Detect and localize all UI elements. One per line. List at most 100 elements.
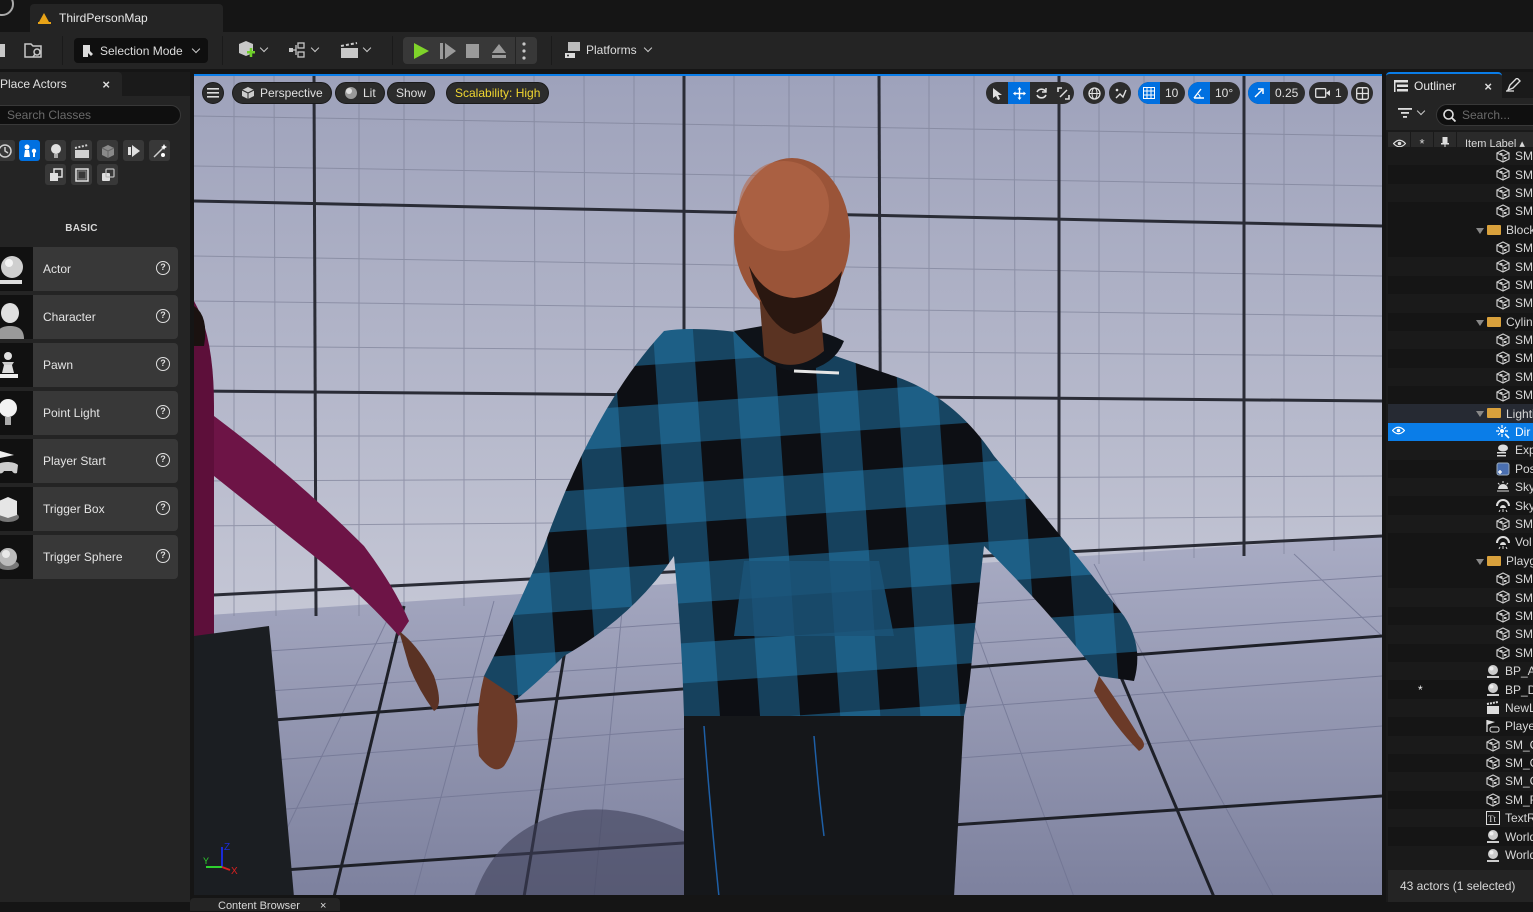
blueprint-button[interactable] xyxy=(288,40,320,60)
outliner-row[interactable]: SM xyxy=(1388,625,1533,644)
help-icon[interactable]: ? xyxy=(156,309,170,323)
character-item[interactable]: Character? xyxy=(0,295,178,339)
outliner-row[interactable]: Playe xyxy=(1388,717,1533,735)
misc-icon[interactable] xyxy=(97,164,118,185)
search-classes-input[interactable]: Search Classes xyxy=(0,105,181,125)
expand-triangle-icon[interactable] xyxy=(1476,227,1484,234)
play-icon[interactable] xyxy=(413,43,429,59)
expand-triangle-icon[interactable] xyxy=(1476,411,1484,418)
filter-button[interactable] xyxy=(1398,106,1426,119)
outliner-row[interactable]: SM_C xyxy=(1388,735,1533,754)
scale-tool-icon[interactable] xyxy=(1052,82,1074,104)
viewport-layout-button[interactable] xyxy=(1351,82,1373,104)
outliner-row[interactable]: SM xyxy=(1388,257,1533,276)
rotation-snap-value[interactable]: 10° xyxy=(1210,82,1240,104)
outliner-row[interactable]: Sky xyxy=(1388,496,1533,514)
outliner-row[interactable]: Exp xyxy=(1388,441,1533,460)
favorite-star-icon[interactable]: * xyxy=(1418,683,1423,697)
outliner-row[interactable]: Dir xyxy=(1388,422,1533,442)
selection-mode-dropdown[interactable]: Selection Mode xyxy=(74,38,208,63)
outliner-folder-row[interactable]: Cylinder xyxy=(1388,312,1533,331)
player-start-item[interactable]: Player Start? xyxy=(0,439,178,483)
show-button[interactable]: Show xyxy=(387,82,436,104)
outliner-row[interactable]: SM xyxy=(1388,386,1533,404)
place-actors-tab[interactable]: Place Actors × xyxy=(0,72,122,96)
rotation-snap-icon[interactable] xyxy=(1188,82,1210,104)
outliner-row[interactable]: World xyxy=(1388,845,1533,863)
outliner-row[interactable]: SM xyxy=(1388,607,1533,625)
content-browser-tab[interactable]: Content Browser xyxy=(190,898,340,911)
outliner-row[interactable]: SM xyxy=(1388,349,1533,367)
outliner-folder-row[interactable]: Playground xyxy=(1388,551,1533,570)
stop-icon[interactable] xyxy=(466,43,480,59)
point-light-item[interactable]: Point Light? xyxy=(0,391,178,435)
outliner-row[interactable]: World xyxy=(1388,827,1533,845)
eject-icon[interactable] xyxy=(491,43,507,59)
select-tool-icon[interactable] xyxy=(986,82,1008,104)
camera-speed-button[interactable]: 1 xyxy=(1309,82,1348,104)
help-icon[interactable]: ? xyxy=(156,261,170,275)
advance-frame-icon[interactable] xyxy=(440,43,456,59)
help-icon[interactable]: ? xyxy=(156,357,170,371)
outliner-tab[interactable]: Outliner × xyxy=(1386,72,1502,98)
save-icon[interactable] xyxy=(0,40,6,60)
perspective-button[interactable]: Perspective xyxy=(232,82,332,104)
close-icon[interactable]: × xyxy=(102,77,110,92)
outliner-row[interactable]: SM xyxy=(1388,276,1533,294)
close-icon[interactable]: × xyxy=(320,900,326,912)
outliner-row[interactable]: SM xyxy=(1388,147,1533,166)
outliner-row[interactable]: SM_C xyxy=(1388,772,1533,791)
cinematic-icon[interactable] xyxy=(71,140,92,161)
grid-snap-icon[interactable] xyxy=(1138,82,1160,104)
outliner-folder-row[interactable]: Lighting xyxy=(1388,404,1533,423)
lit-button[interactable]: Lit xyxy=(335,82,385,104)
volumes-icon[interactable] xyxy=(123,140,144,161)
outliner-row[interactable]: SM xyxy=(1388,202,1533,220)
scale-snap-value[interactable]: 0.25 xyxy=(1270,82,1305,104)
outliner-row[interactable]: SM xyxy=(1388,165,1533,183)
help-icon[interactable]: ? xyxy=(156,549,170,563)
recent-icon[interactable] xyxy=(0,140,15,161)
outliner-row[interactable]: Sky xyxy=(1388,478,1533,497)
outliner-row[interactable]: SM_C xyxy=(1388,754,1533,772)
add-actor-button[interactable] xyxy=(237,40,269,60)
visual-effects-icon[interactable] xyxy=(97,140,118,161)
outliner-row[interactable]: SM xyxy=(1388,239,1533,257)
outliner-search-input[interactable]: Search... xyxy=(1436,104,1533,126)
basic-icon[interactable] xyxy=(19,140,40,161)
lights-icon[interactable] xyxy=(45,140,66,161)
outliner-row[interactable]: SM xyxy=(1388,367,1533,387)
more-options-icon[interactable] xyxy=(522,42,526,60)
rotate-tool-icon[interactable] xyxy=(1030,82,1052,104)
document-tab[interactable]: ThirdPersonMap xyxy=(30,4,223,32)
outliner-folder-row[interactable]: Block xyxy=(1388,220,1533,239)
close-icon[interactable]: × xyxy=(1484,79,1492,94)
trigger-sphere-item[interactable]: Trigger Sphere? xyxy=(0,535,178,579)
outliner-row[interactable]: * BP_D xyxy=(1388,680,1533,698)
unreal-logo-icon[interactable] xyxy=(0,0,14,16)
expand-triangle-icon[interactable] xyxy=(1476,319,1484,326)
platforms-dropdown[interactable]: Platforms xyxy=(564,41,652,59)
visibility-eye-icon[interactable] xyxy=(1391,426,1406,438)
all-classes-icon[interactable] xyxy=(149,140,170,161)
outliner-row[interactable]: Tt TextR xyxy=(1388,809,1533,828)
outliner-row[interactable]: SM xyxy=(1388,570,1533,588)
translate-tool-icon[interactable] xyxy=(1008,82,1030,104)
surface-snapping-toggle[interactable] xyxy=(1109,82,1131,104)
geometry-icon[interactable] xyxy=(45,164,66,185)
outliner-row[interactable]: SM xyxy=(1388,514,1533,534)
outliner-row[interactable]: SM xyxy=(1388,330,1533,350)
actor-item[interactable]: Actor? xyxy=(0,247,178,291)
cinematics-button[interactable] xyxy=(340,40,372,60)
expand-triangle-icon[interactable] xyxy=(1476,558,1484,565)
outliner-row[interactable]: SM xyxy=(1388,644,1533,662)
outliner-row[interactable]: SM xyxy=(1388,183,1533,203)
outliner-row[interactable]: SM_F xyxy=(1388,791,1533,809)
content-browser-icon[interactable] xyxy=(24,40,44,60)
help-icon[interactable]: ? xyxy=(156,453,170,467)
grid-snap-value[interactable]: 10 xyxy=(1160,82,1185,104)
scale-snap-icon[interactable] xyxy=(1248,82,1270,104)
outliner-row[interactable]: Pos xyxy=(1388,460,1533,478)
outliner-row[interactable]: Vol xyxy=(1388,533,1533,551)
shapes-icon[interactable] xyxy=(71,164,92,185)
